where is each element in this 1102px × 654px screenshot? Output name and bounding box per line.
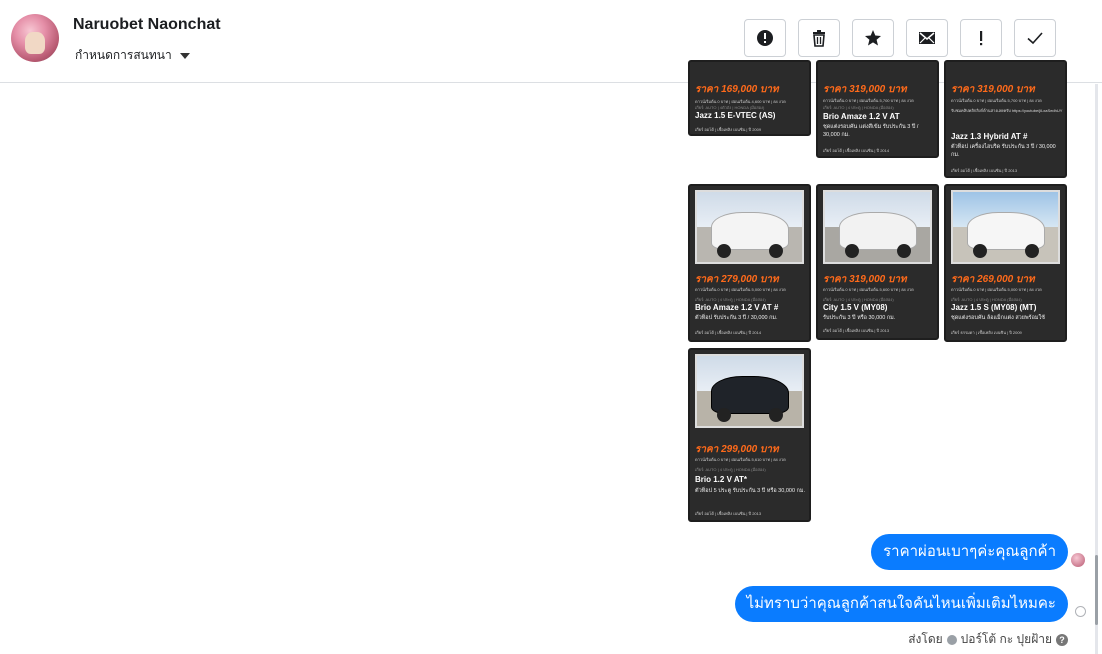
- sent-by-line: ส่งโดย ปอร์โต้ กะ ปุยฝ้าย ?: [908, 630, 1068, 649]
- car-card[interactable]: ราคา 279,000 บาท ดาวน์เริ่มต้น 0 บาท | ผ…: [688, 184, 811, 342]
- caret-down-icon: [179, 52, 190, 59]
- car-spec: เกียร์: AUTO | 4 ประตู | HONDA (มือสอง): [823, 297, 894, 302]
- car-price: ราคา 319,000 บาท: [823, 84, 907, 95]
- car-footer: เกียร์ ออโต้ | เชื้อเพลิง เบนซิน | ปี 20…: [695, 330, 762, 335]
- car-finance: ดาวน์เริ่มต้น 0 บาท | ผ่อนเริ่มต้น 5,000…: [951, 287, 1042, 292]
- mail-icon: [919, 32, 935, 44]
- car-finance: ดาวน์เริ่มต้น 0 บาท | ผ่อนเริ่มต้น 5,700…: [951, 98, 1042, 103]
- car-spec: รับชมคลิปคลิกลิงก์ด้านล่างเลยครับ https:…: [951, 108, 1063, 113]
- car-price: ราคา 319,000 บาท: [823, 274, 907, 285]
- car-footer: เกียร์ ออโต้ | เชื้อเพลิง เบนซิน | ปี 20…: [823, 328, 890, 333]
- mark-done-button[interactable]: [1014, 19, 1056, 57]
- car-photo: [823, 190, 932, 264]
- car-price: ราคา 269,000 บาท: [951, 274, 1035, 285]
- contact-name[interactable]: Naruobet Naonchat: [73, 16, 221, 34]
- car-spec: เกียร์: AUTO | 4 ประตู | HONDA (มือสอง): [823, 105, 894, 110]
- exclamation-icon: [980, 31, 983, 46]
- car-photo: [695, 354, 804, 428]
- verified-icon: [946, 634, 957, 645]
- message-bubble[interactable]: ไม่ทราบว่าคุณลูกค้าสนใจคันไหนเพิ่มเติมไห…: [734, 586, 1068, 622]
- car-card[interactable]: ราคา 319,000 บาท ดาวน์เริ่มต้น 0 บาท | ผ…: [816, 60, 939, 158]
- car-model: Brio Amaze 1.2 V AT #: [695, 303, 779, 312]
- car-photo: [951, 190, 1060, 264]
- sent-by-label: ส่งโดย: [908, 632, 943, 646]
- car-footer: เกียร์ ออโต้ | เชื้อเพลิง เบนซิน | ปี 20…: [695, 127, 762, 132]
- car-card[interactable]: ราคา 269,000 บาท ดาวน์เริ่มต้น 0 บาท | ผ…: [944, 184, 1067, 342]
- car-spec: เกียร์: AUTO | 4 ประตู | HONDA (มือสอง): [951, 297, 1022, 302]
- car-photo: [695, 190, 804, 264]
- car-model: Brio Amaze 1.2 V AT: [823, 112, 900, 121]
- car-price: ราคา 169,000 บาท: [695, 84, 779, 95]
- seen-avatar: [1071, 553, 1085, 567]
- car-description: ตัวท็อป 5 ประตู รับประกัน 3 ปี หรือ 30,0…: [695, 488, 806, 494]
- alert-circle-icon: [757, 30, 773, 46]
- help-icon[interactable]: ?: [1056, 633, 1068, 646]
- car-footer: เกียร์ ออโต้ | เชื้อเพลิง เบนซิน | ปี 20…: [695, 511, 762, 516]
- car-footer: เกียร์ ออโต้ | เชื้อเพลิง เบนซิน | ปี 20…: [823, 148, 890, 153]
- car-description: ชุดแต่งรอบคัน ล้อแม็กแต่ง สวยพร้อมใช้: [951, 315, 1045, 321]
- email-button[interactable]: [906, 19, 948, 57]
- delete-button[interactable]: [798, 19, 840, 57]
- car-finance: ดาวน์เริ่มต้น 0 บาท | ผ่อนเริ่มต้น 5,610…: [695, 457, 786, 462]
- car-spec: เกียร์: AUTO | 4 ประตู | HONDA (มือสอง): [695, 467, 766, 472]
- conversation-status-dropdown[interactable]: กำหนดการสนทนา: [75, 46, 190, 65]
- car-finance: ดาวน์เริ่มต้น 0 บาท | ผ่อนเริ่มต้น 5,000…: [695, 287, 786, 292]
- car-spec: เกียร์: AUTO | 4 ประตู | HONDA (มือสอง): [695, 297, 766, 302]
- car-finance: ดาวน์เริ่มต้น 0 บาท | ผ่อนเริ่มต้น 5,700…: [823, 98, 914, 103]
- alert-button[interactable]: [744, 19, 786, 57]
- star-button[interactable]: [852, 19, 894, 57]
- car-footer: เกียร์ ออโต้ | เชื้อเพลิง เบนซิน | ปี 20…: [951, 168, 1018, 173]
- car-model: Brio 1.2 V AT*: [695, 475, 748, 484]
- car-price: ราคา 279,000 บาท: [695, 274, 779, 285]
- sender-name: ปอร์โต้ กะ ปุยฝ้าย: [960, 632, 1052, 646]
- car-card[interactable]: ราคา 299,000 บาท ดาวน์เริ่มต้น 0 บาท | ผ…: [688, 348, 811, 522]
- car-description: รับประกัน 3 ปี หรือ 30,000 กม.: [823, 315, 896, 321]
- car-description: ชุดแต่งรอบคัน แต่งสีเข้ม รับประกัน 3 ปี …: [823, 124, 919, 138]
- checkmark-icon: [1027, 32, 1043, 45]
- car-model: Jazz 1.5 S (MY08) (MT): [951, 303, 1037, 312]
- trash-icon: [813, 30, 825, 47]
- car-price: ราคา 299,000 บาท: [695, 444, 779, 455]
- star-icon: [865, 30, 881, 46]
- message-bubble[interactable]: ราคาผ่อนเบาๆค่ะคุณลูกค้า: [871, 534, 1068, 570]
- car-model: City 1.5 V (MY08): [823, 303, 888, 312]
- car-spec: เกียร์: AUTO | 4ตัวถัง | HONDA (มือสอง): [695, 105, 765, 110]
- scrollbar-thumb[interactable]: [1095, 555, 1098, 625]
- car-card[interactable]: ราคา 319,000 บาท ดาวน์เริ่มต้น 0 บาท | ผ…: [816, 184, 939, 340]
- car-description: ตัวท็อป รับประกัน 3 ปี / 30,000 กม.: [695, 315, 778, 321]
- car-card[interactable]: ราคา 169,000 บาท ดาวน์เริ่มต้น 0 บาท | ผ…: [688, 60, 811, 136]
- header-actions: [744, 19, 1056, 57]
- car-card[interactable]: ราคา 319,000 บาท ดาวน์เริ่มต้น 0 บาท | ผ…: [944, 60, 1067, 178]
- car-finance: ดาวน์เริ่มต้น 0 บาท | ผ่อนเริ่มต้น 5,600…: [823, 287, 914, 292]
- contact-avatar[interactable]: [11, 14, 59, 62]
- spam-button[interactable]: [960, 19, 1002, 57]
- car-description: ตัวท็อป เครื่องไฮบริด รับประกัน 3 ปี / 3…: [951, 144, 1056, 158]
- sent-check-icon: [1075, 606, 1086, 617]
- car-model: Jazz 1.5 E-VTEC (AS): [695, 111, 776, 120]
- conversation-status-label: กำหนดการสนทนา: [75, 48, 172, 62]
- car-model: Jazz 1.3 Hybrid AT #: [951, 132, 1028, 141]
- car-price: ราคา 319,000 บาท: [951, 84, 1035, 95]
- car-footer: เกียร์ ธรรมดา | เชื้อเพลิง เบนซิน | ปี 2…: [951, 330, 1022, 335]
